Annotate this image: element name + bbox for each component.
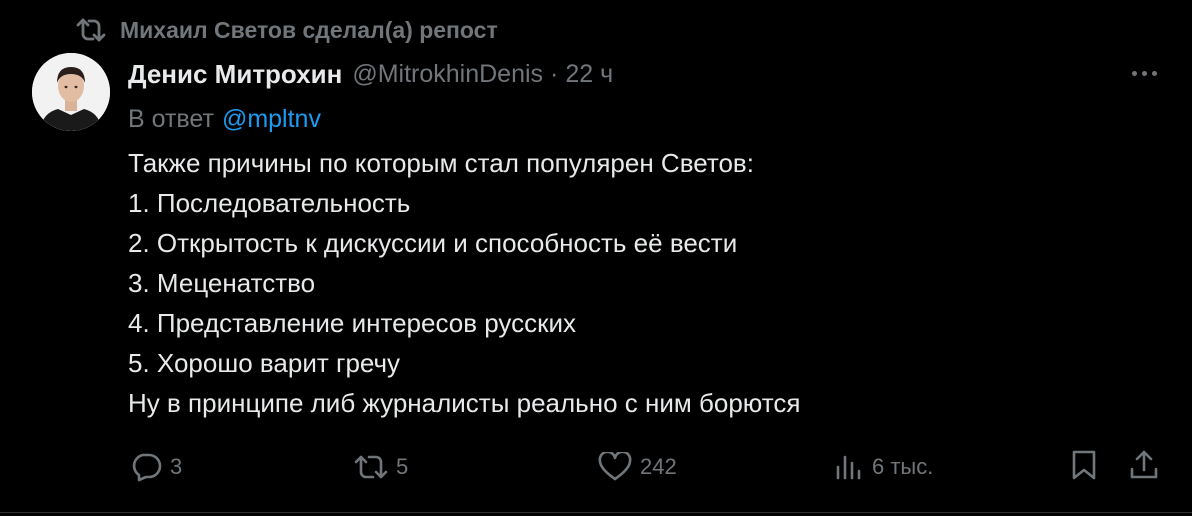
tweet-line: Ну в принципе либ журналисты реально с н… bbox=[128, 388, 801, 418]
repost-icon bbox=[354, 453, 388, 481]
bookmark-button[interactable] bbox=[1064, 447, 1104, 487]
bookmark-icon bbox=[1070, 449, 1098, 486]
share-button[interactable] bbox=[1124, 447, 1164, 487]
tweet-line: 2. Открытость к дискуссии и способность … bbox=[128, 228, 738, 258]
timestamp[interactable]: 22 ч bbox=[565, 60, 613, 89]
tweet-line: 3. Меценатство bbox=[128, 268, 316, 298]
reply-icon bbox=[130, 452, 162, 482]
avatar[interactable] bbox=[32, 53, 110, 131]
reply-context: В ответ @mpltnv bbox=[128, 101, 321, 137]
view-count: 6 тыс. bbox=[872, 454, 934, 479]
tweet-line: 4. Представление интересов русских bbox=[128, 308, 577, 338]
repost-button[interactable]: 5 bbox=[354, 447, 408, 487]
tweet-line: 5. Хорошо варит гречу bbox=[128, 348, 401, 378]
share-icon bbox=[1129, 449, 1159, 486]
separator-dot: · bbox=[550, 59, 559, 88]
like-count: 242 bbox=[640, 454, 677, 479]
reply-mention-link[interactable]: @mpltnv bbox=[222, 105, 321, 134]
author-name[interactable]: Денис Митрохин bbox=[128, 59, 342, 90]
heart-icon bbox=[598, 452, 632, 482]
views-button[interactable]: 6 тыс. bbox=[834, 447, 933, 487]
like-button[interactable]: 242 bbox=[598, 447, 677, 487]
divider bbox=[0, 512, 1192, 513]
analytics-icon bbox=[834, 452, 864, 482]
tweet-header: Денис Митрохин @MitrokhinDenis · 22 ч bbox=[128, 56, 613, 92]
tweet-text: Также причины по которым стал популярен … bbox=[128, 143, 1128, 423]
reply-button[interactable]: 3 bbox=[130, 447, 182, 487]
repost-count: 5 bbox=[396, 454, 409, 479]
reply-prefix: В ответ bbox=[128, 104, 214, 133]
tweet-line: Также причины по которым стал популярен … bbox=[128, 148, 754, 178]
repost-icon bbox=[76, 17, 106, 43]
tweet-line: 1. Последовательность bbox=[128, 188, 411, 218]
author-handle[interactable]: @MitrokhinDenis bbox=[352, 60, 543, 89]
reply-count: 3 bbox=[170, 454, 183, 479]
more-options-icon[interactable] bbox=[1124, 58, 1164, 88]
repost-label: Михаил Светов сделал(а) репост bbox=[120, 16, 498, 43]
repost-context[interactable]: Михаил Светов сделал(а) репост bbox=[76, 14, 498, 46]
